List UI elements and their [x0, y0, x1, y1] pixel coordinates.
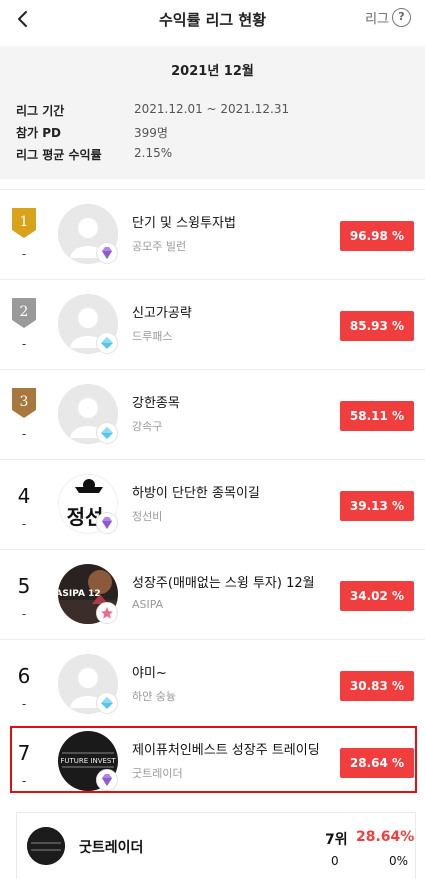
my-rank: 7위: [325, 832, 348, 848]
pd-name: 굿트레이더: [132, 767, 183, 780]
silver-rank-badge-icon: 2: [12, 298, 36, 328]
info-value: 2.15%: [134, 146, 173, 160]
blue-diamond-grade-icon: [96, 692, 118, 714]
info-label: 리그 기간: [16, 104, 65, 118]
my-value-right: 0%: [389, 854, 409, 868]
my-name: 굿트레이더: [79, 840, 144, 856]
ranking-row[interactable]: 3 - 강한종목 강속구 58.11 %: [0, 369, 425, 459]
league-help-label: 리그: [365, 12, 389, 27]
ranking-row[interactable]: 2 - 신고가공략 드루패스 85.93 %: [0, 279, 425, 369]
league-help-button[interactable]: 리그 ?: [365, 8, 411, 27]
rank-change: -: [21, 774, 27, 788]
rank-number: 3: [20, 394, 29, 410]
return-badge: 58.11 %: [340, 401, 414, 431]
portfolio-name: 야미~: [132, 666, 167, 681]
blue-diamond-grade-icon: [96, 332, 118, 354]
page-title: 수익률 리그 현황: [158, 11, 267, 29]
pd-name: 드루패스: [132, 330, 173, 343]
portfolio-name: 단기 및 스윙투자법: [132, 216, 236, 231]
purple-diamond-grade-icon: [96, 512, 118, 534]
blue-diamond-grade-icon: [96, 422, 118, 444]
return-badge: 30.83 %: [340, 671, 414, 701]
rank-number: 1: [20, 214, 29, 230]
rank-number: 4: [17, 484, 31, 508]
return-badge: 85.93 %: [340, 311, 414, 341]
ranking-row[interactable]: 5 - ASIPA 12 성장주(매매없는 스윙 투자) 12월 ASIPA 3…: [0, 549, 425, 639]
rank-number: 5: [17, 574, 31, 598]
portfolio-name: 하방이 단단한 종목이길: [132, 486, 260, 501]
purple-diamond-grade-icon: [96, 769, 118, 791]
rank-change: -: [21, 337, 27, 351]
purple-diamond-grade-icon: [96, 242, 118, 264]
ranking-row[interactable]: 1 - 단기 및 스윙투자법 공모주 빌런 96.98 %: [0, 189, 425, 279]
rank-number: 2: [20, 304, 29, 320]
my-return: 28.64%: [356, 829, 415, 845]
rank-change: -: [21, 517, 27, 531]
return-badge: 34.02 %: [340, 581, 414, 611]
return-badge: 96.98 %: [340, 221, 414, 251]
top-bar: 수익률 리그 현황 리그 ?: [0, 0, 425, 46]
return-badge: 39.13 %: [340, 491, 414, 521]
info-value: 2021.12.01 ~ 2021.12.31: [134, 102, 290, 116]
pink-star-grade-icon: [96, 602, 118, 624]
pd-name: 정선비: [132, 510, 163, 523]
league-info-panel: 2021년 12월 리그 기간 2021.12.01 ~ 2021.12.31 …: [0, 46, 425, 179]
my-avatar: [27, 827, 65, 865]
pd-name: ASIPA: [132, 598, 164, 611]
rank-change: -: [21, 247, 27, 261]
avatar-text: ASIPA 12: [58, 589, 101, 599]
return-badge: 28.64 %: [340, 748, 414, 778]
gold-rank-badge-icon: 1: [12, 208, 36, 238]
my-summary-card[interactable]: 굿트레이더 7위 28.64% 0 0%: [16, 812, 416, 879]
league-month: 2021년 12월: [171, 64, 254, 79]
ranking-row-mine[interactable]: 7 - FUTURE INVEST 제이퓨처인베스트 성장주 트레이딩 굿트레이…: [0, 717, 425, 807]
portfolio-name: 제이퓨처인베스트 성장주 트레이딩: [132, 743, 320, 758]
info-label: 참가 PD: [16, 126, 62, 140]
avatar-text: FUTURE INVEST: [60, 757, 116, 765]
pd-name: 강속구: [132, 420, 163, 433]
rank-change: -: [21, 427, 27, 441]
pd-name: 공모주 빌런: [132, 240, 187, 253]
info-value: 399명: [134, 126, 168, 140]
ranking-row[interactable]: 4 - 정선 하방이 단단한 종목이길 정선비 39.13 %: [0, 459, 425, 549]
info-label: 리그 평균 수익률: [16, 148, 102, 162]
my-value-left: 0: [331, 854, 339, 868]
portfolio-name: 강한종목: [132, 396, 180, 411]
rank-number: 6: [17, 664, 31, 688]
rank-change: -: [21, 697, 27, 711]
portfolio-name: 신고가공략: [132, 306, 192, 321]
ranking-row[interactable]: 6 - 야미~ 하얀 숭늉 30.83 %: [0, 639, 425, 729]
question-icon: ?: [392, 8, 411, 27]
rank-change: -: [21, 607, 27, 621]
bronze-rank-badge-icon: 3: [12, 388, 36, 418]
rank-number: 7: [17, 741, 31, 765]
pd-name: 하얀 숭늉: [132, 690, 176, 703]
portfolio-name: 성장주(매매없는 스윙 투자) 12월: [132, 576, 315, 591]
